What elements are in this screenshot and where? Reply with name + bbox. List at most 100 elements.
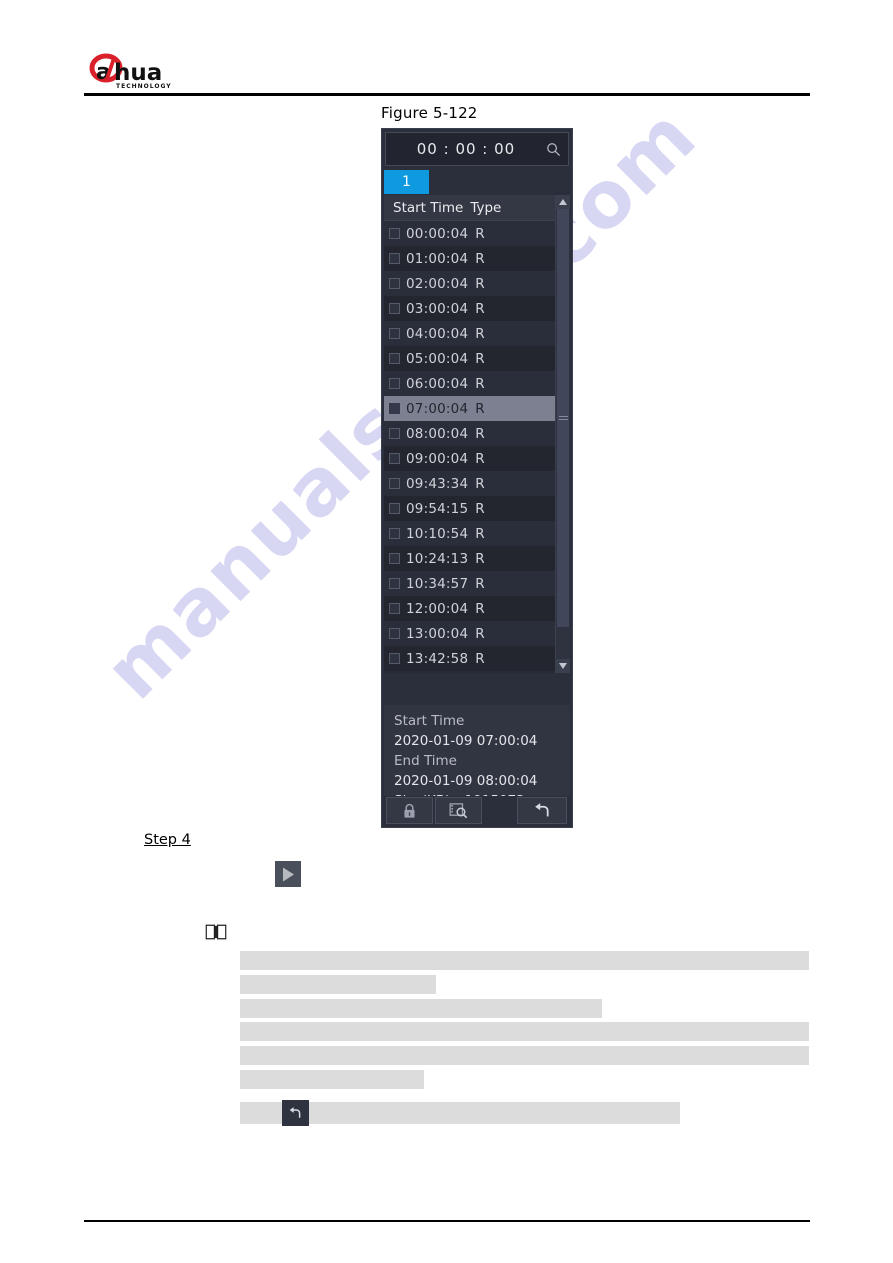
row-checkbox[interactable]	[389, 528, 400, 539]
row-start-time: 04:00:04	[406, 325, 469, 342]
channel-tab-strip: 1	[382, 170, 572, 194]
row-checkbox[interactable]	[389, 603, 400, 614]
scrollbar-thumb[interactable]	[557, 209, 569, 627]
row-checkbox[interactable]	[389, 353, 400, 364]
back-arrow-icon	[534, 803, 549, 817]
back-button[interactable]	[517, 797, 567, 824]
row-start-time: 00:00:04	[406, 225, 469, 242]
row-type: R	[475, 575, 485, 592]
file-list-row[interactable]: 09:00:04 R	[384, 446, 555, 471]
row-type: R	[475, 375, 485, 392]
time-search-input[interactable]: 00 : 00 : 00	[386, 140, 540, 158]
row-start-time: 10:34:57	[406, 575, 469, 592]
play-button[interactable]	[275, 861, 301, 887]
file-list-row[interactable]: 05:00:04 R	[384, 346, 555, 371]
file-list-row[interactable]: 13:00:04 R	[384, 621, 555, 646]
row-checkbox[interactable]	[389, 428, 400, 439]
row-checkbox[interactable]	[389, 478, 400, 489]
row-start-time: 10:10:54	[406, 525, 469, 542]
scroll-up-arrow-icon[interactable]	[556, 195, 570, 209]
row-start-time: 09:54:15	[406, 500, 469, 517]
row-checkbox[interactable]	[389, 228, 400, 239]
file-list-row[interactable]: 07:00:04 R	[384, 396, 555, 421]
row-start-time: 03:00:04	[406, 300, 469, 317]
redacted-line	[240, 975, 436, 994]
row-checkbox[interactable]	[389, 653, 400, 664]
file-list-row[interactable]: 02:00:04 R	[384, 271, 555, 296]
back-arrow-icon	[289, 1107, 301, 1118]
file-list: Start Time Type 00:00:04 R 01:00:04 R 02:00:…	[384, 195, 570, 673]
file-list-body[interactable]: 00:00:04 R 01:00:04 R 02:00:04 R 03:00:04 R 04:0…	[384, 221, 555, 673]
row-checkbox[interactable]	[389, 403, 400, 414]
file-list-row[interactable]: 08:00:04 R	[384, 421, 555, 446]
figure-caption: Figure 5-122	[381, 104, 478, 122]
film-search-icon	[449, 803, 468, 819]
row-start-time: 12:00:04	[406, 600, 469, 617]
row-checkbox[interactable]	[389, 278, 400, 289]
detail-start-time-label: Start Time	[394, 713, 465, 729]
row-start-time: 13:00:04	[406, 625, 469, 642]
channel-tab-label: 1	[402, 174, 411, 190]
file-list-row[interactable]: 09:54:15 R	[384, 496, 555, 521]
row-start-time: 01:00:04	[406, 250, 469, 267]
play-icon	[282, 867, 294, 881]
file-list-row[interactable]: 01:00:04 R	[384, 246, 555, 271]
file-list-row[interactable]: 00:00:04 R	[384, 221, 555, 246]
row-type: R	[475, 450, 485, 467]
scrollbar-track[interactable]	[556, 209, 570, 659]
inline-back-button[interactable]	[282, 1100, 309, 1126]
row-checkbox[interactable]	[389, 453, 400, 464]
row-type: R	[475, 625, 485, 642]
scroll-down-arrow-icon[interactable]	[556, 659, 570, 673]
row-type: R	[475, 250, 485, 267]
file-list-row[interactable]: 06:00:04 R	[384, 371, 555, 396]
row-checkbox[interactable]	[389, 378, 400, 389]
dialog-toolbar	[384, 796, 570, 825]
row-start-time: 05:00:04	[406, 350, 469, 367]
file-list-row[interactable]: 10:34:57 R	[384, 571, 555, 596]
row-checkbox[interactable]	[389, 553, 400, 564]
file-list-scrollbar[interactable]	[555, 195, 570, 673]
row-checkbox[interactable]	[389, 303, 400, 314]
row-checkbox[interactable]	[389, 628, 400, 639]
detail-start-time-value: 2020-01-09 07:00:04	[394, 733, 538, 749]
channel-tab-1[interactable]: 1	[384, 170, 429, 194]
row-start-time: 07:00:04	[406, 400, 469, 417]
row-start-time: 09:00:04	[406, 450, 469, 467]
footer-divider	[84, 1220, 810, 1222]
search-icon[interactable]	[540, 133, 566, 165]
row-checkbox[interactable]	[389, 503, 400, 514]
redacted-line	[240, 1070, 424, 1089]
lock-button[interactable]	[386, 797, 433, 824]
row-start-time: 02:00:04	[406, 275, 469, 292]
step-4-label: Step 4	[144, 832, 191, 848]
file-list-row[interactable]: 10:24:13 R	[384, 546, 555, 571]
row-checkbox[interactable]	[389, 328, 400, 339]
row-start-time: 06:00:04	[406, 375, 469, 392]
row-checkbox[interactable]	[389, 253, 400, 264]
row-start-time: 08:00:04	[406, 425, 469, 442]
file-list-header: Start Time Type	[384, 195, 555, 221]
row-type: R	[475, 275, 485, 292]
file-list-row[interactable]: 10:10:54 R	[384, 521, 555, 546]
file-list-row[interactable]: 03:00:04 R	[384, 296, 555, 321]
file-list-row[interactable]: 13:42:58 R	[384, 646, 555, 671]
detail-end-time-value: 2020-01-09 08:00:04	[394, 773, 538, 789]
row-type: R	[475, 475, 485, 492]
row-type: R	[475, 650, 485, 667]
row-type: R	[475, 500, 485, 517]
row-type: R	[475, 325, 485, 342]
header-divider	[84, 93, 810, 96]
row-type: R	[475, 300, 485, 317]
file-search-button[interactable]	[435, 797, 482, 824]
row-type: R	[475, 225, 485, 242]
file-list-row[interactable]: 04:00:04 R	[384, 321, 555, 346]
file-list-row[interactable]: 12:00:04 R	[384, 596, 555, 621]
row-start-time: 13:42:58	[406, 650, 469, 667]
row-type: R	[475, 400, 485, 417]
time-search-bar[interactable]: 00 : 00 : 00	[385, 132, 569, 166]
row-checkbox[interactable]	[389, 578, 400, 589]
file-list-row[interactable]: 09:43:34 R	[384, 471, 555, 496]
dahua-logo: a hua TECHNOLOGY	[88, 52, 188, 92]
row-type: R	[475, 425, 485, 442]
